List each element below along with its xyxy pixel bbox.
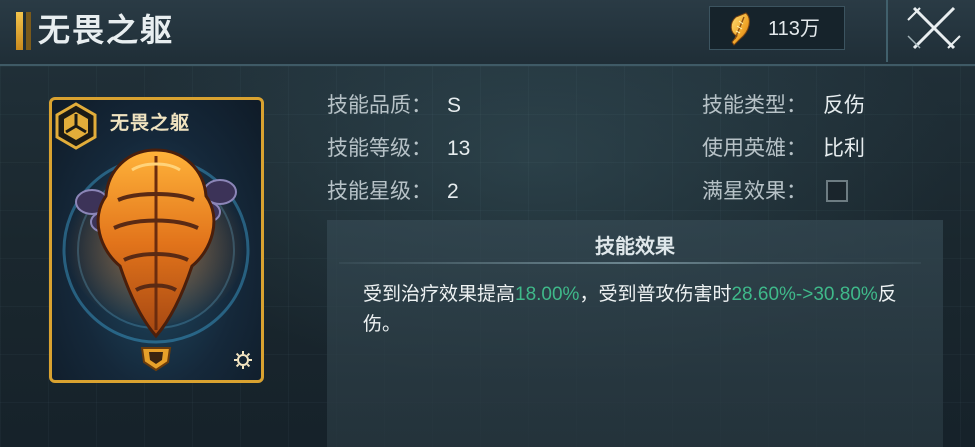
type-label: 技能类型： — [702, 94, 807, 117]
currency-amount: 113万 — [768, 18, 820, 40]
hexagon-emblem-icon — [55, 102, 97, 150]
header-bar: 无畏之躯 113万 — [0, 0, 975, 66]
level-value: 13 — [447, 137, 471, 160]
close-icon — [907, 6, 961, 50]
effect-panel: 技能效果 受到治疗效果提高18.00%，受到普攻伤害时28.60%->30.80… — [327, 220, 943, 447]
title-accent — [16, 12, 26, 50]
star-value: 2 — [447, 180, 459, 203]
type-value: 反伤 — [823, 94, 865, 117]
effect-description: 受到治疗效果提高18.00%，受到普攻伤害时28.60%->30.80%反伤。 — [363, 280, 911, 340]
effect-value-1: 18.00% — [515, 284, 580, 305]
gold-feather-icon — [730, 12, 750, 46]
header-separator — [886, 0, 888, 62]
effect-title: 技能效果 — [595, 236, 675, 258]
star-label: 技能星级： — [327, 180, 432, 203]
effect-text-2: ，受到普攻伤害时 — [579, 284, 732, 305]
hero-label: 使用英雄： — [702, 137, 807, 160]
close-button[interactable] — [896, 0, 975, 62]
quality-label: 技能品质： — [327, 94, 432, 117]
level-label: 技能等级： — [327, 137, 432, 160]
effect-value-2: 28.60%->30.80% — [731, 284, 878, 305]
skill-card: 无畏之躯 — [49, 97, 264, 383]
maxstar-label: 满星效果： — [702, 180, 807, 203]
currency-display[interactable]: 113万 — [709, 6, 845, 50]
hero-value: 比利 — [823, 137, 865, 160]
card-title: 无畏之躯 — [110, 112, 191, 134]
maxstar-checkbox[interactable] — [826, 180, 848, 202]
quality-value: S — [447, 94, 462, 117]
gear-icon — [234, 351, 252, 369]
page-title: 无畏之躯 — [38, 11, 175, 49]
effect-divider — [339, 262, 921, 264]
effect-text-1: 受到治疗效果提高 — [363, 284, 516, 305]
